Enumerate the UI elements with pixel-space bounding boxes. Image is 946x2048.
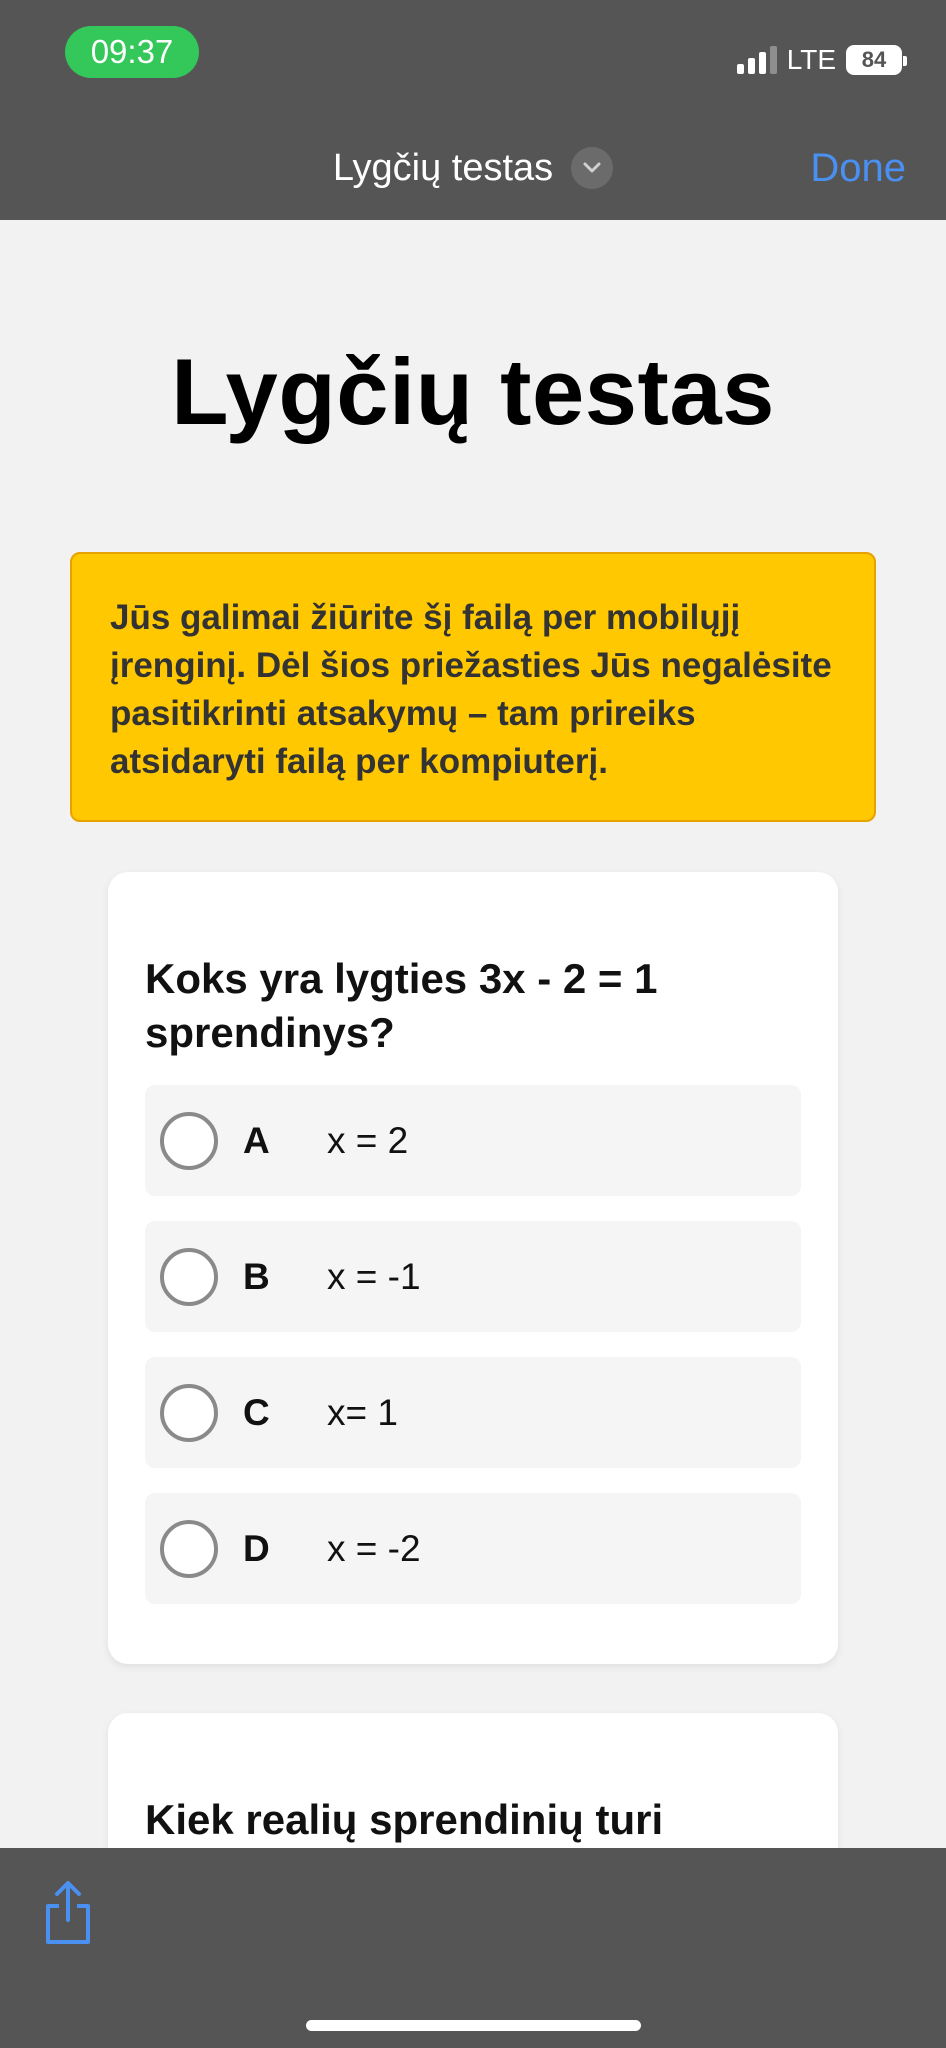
question-card: Koks yra lygties 3x - 2 = 1 sprendinys? … xyxy=(108,872,838,1664)
option-text: x= 1 xyxy=(327,1392,398,1433)
share-icon[interactable] xyxy=(40,1878,96,1948)
status-indicators: LTE 84 xyxy=(736,38,907,82)
option-text: x = 2 xyxy=(327,1120,409,1161)
radio-button[interactable] xyxy=(160,1248,218,1306)
option-text: x = -1 xyxy=(327,1256,421,1297)
option-letter: C xyxy=(243,1392,270,1433)
answer-option-c[interactable]: C x= 1 xyxy=(145,1357,801,1468)
signal-icon xyxy=(736,46,777,74)
radio-button[interactable] xyxy=(160,1384,218,1442)
option-letter: D xyxy=(243,1528,270,1569)
bottom-toolbar xyxy=(0,1848,946,2048)
done-button[interactable]: Done xyxy=(810,140,906,196)
option-letter: A xyxy=(243,1120,270,1161)
chevron-down-icon[interactable] xyxy=(571,147,614,189)
network-type: LTE xyxy=(786,44,836,75)
page-title: Lygčių testas xyxy=(171,339,775,444)
home-indicator[interactable] xyxy=(306,2020,641,2031)
answer-option-d[interactable]: D x = -2 xyxy=(145,1493,801,1604)
nav-title: Lygčių testas xyxy=(332,146,554,189)
nav-title-menu[interactable]: Lygčių testas xyxy=(0,140,946,196)
answer-option-a[interactable]: A x = 2 xyxy=(145,1085,801,1196)
answer-option-b[interactable]: B x = -1 xyxy=(145,1221,801,1332)
question-card: Kiek realių sprendinių turi xyxy=(108,1713,838,1848)
question-text: Koks yra lygties 3x - 2 = 1 sprendinys? xyxy=(145,955,658,1056)
radio-button[interactable] xyxy=(160,1112,218,1170)
status-time[interactable]: 09:37 xyxy=(65,26,199,78)
radio-button[interactable] xyxy=(160,1520,218,1578)
mobile-warning-banner: Jūs galimai žiūrite šį failą per mobilųj… xyxy=(70,552,876,822)
top-bar: 09:37 LTE 84 Lygčių testas Done xyxy=(0,0,946,220)
option-text: x = -2 xyxy=(327,1528,421,1569)
question-text: Kiek realių sprendinių turi xyxy=(145,1796,664,1843)
option-letter: B xyxy=(243,1256,270,1297)
document-content[interactable]: Lygčių testas Jūs galimai žiūrite šį fai… xyxy=(0,220,946,1848)
screen: 09:37 LTE 84 Lygčių testas Done Lygčių t… xyxy=(0,0,946,2048)
battery-icon: 84 xyxy=(846,45,907,75)
